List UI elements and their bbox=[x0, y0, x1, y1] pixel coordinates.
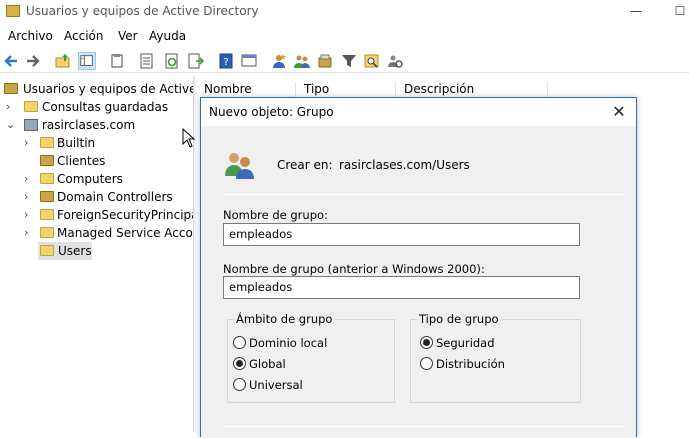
tree-item-label: Computers bbox=[57, 172, 123, 186]
column-header-descripcion[interactable]: Descripción bbox=[404, 82, 474, 96]
chevron-right-icon[interactable]: › bbox=[24, 134, 34, 152]
radio-button[interactable] bbox=[233, 336, 246, 349]
menu-ayuda[interactable]: Ayuda bbox=[149, 29, 186, 43]
refresh-icon[interactable] bbox=[163, 52, 181, 70]
clipboard-icon[interactable] bbox=[108, 52, 126, 70]
radio-button-selected[interactable] bbox=[233, 357, 246, 370]
export-icon[interactable] bbox=[187, 52, 205, 70]
pre2000-name-label: Nombre de grupo (anterior a Windows 2000… bbox=[223, 262, 485, 276]
group-name-input[interactable]: empleados bbox=[223, 223, 580, 246]
window-title: Usuarios y equipos de Active Directory bbox=[26, 4, 259, 18]
mouse-cursor-icon bbox=[182, 128, 196, 148]
folder-icon bbox=[40, 209, 54, 220]
group-name-label: Nombre de grupo: bbox=[223, 208, 328, 222]
column-header-nombre[interactable]: Nombre bbox=[204, 82, 252, 96]
new-user-icon[interactable] bbox=[270, 52, 288, 70]
help-icon[interactable]: ? bbox=[217, 52, 235, 70]
group-icon bbox=[225, 153, 254, 179]
pre2000-name-input[interactable]: empleados bbox=[223, 276, 580, 299]
create-in-value: rasirclases.com/Users bbox=[339, 158, 470, 172]
ad-users-computers-icon bbox=[6, 5, 20, 17]
tree-item-label: Clientes bbox=[57, 154, 106, 168]
tree-item-label: ForeignSecurityPrincipals bbox=[57, 208, 193, 222]
radio-button[interactable] bbox=[233, 378, 246, 391]
console-tree: Usuarios y equipos de Active Directory ›… bbox=[0, 76, 193, 432]
separator bbox=[223, 426, 625, 427]
minimize-button[interactable]: — bbox=[626, 2, 646, 20]
radio-label: Distribución bbox=[436, 357, 505, 371]
new-group-dialog: Nuevo objeto: Grupo ✕ Crear en: rasircla… bbox=[200, 97, 637, 438]
group-scope-title: Ámbito de grupo bbox=[234, 312, 335, 326]
new-group-icon[interactable] bbox=[293, 52, 311, 70]
chevron-right-icon[interactable]: › bbox=[6, 98, 16, 116]
tree-item-label: Domain Controllers bbox=[57, 190, 173, 204]
radio-button-selected[interactable] bbox=[420, 336, 433, 349]
radio-label: Seguridad bbox=[436, 336, 495, 350]
filter-icon[interactable] bbox=[340, 52, 358, 70]
tree-root-label: Usuarios y equipos de Active Directory bbox=[23, 82, 193, 96]
separator bbox=[223, 194, 625, 195]
radio-label: Dominio local bbox=[249, 336, 328, 350]
chevron-right-icon[interactable]: › bbox=[24, 224, 34, 242]
svg-text:?: ? bbox=[223, 57, 228, 68]
radio-label: Universal bbox=[249, 378, 303, 392]
dialog-body: Crear en: rasirclases.com/Users Nombre d… bbox=[201, 126, 636, 438]
console-tree-icon[interactable] bbox=[240, 52, 258, 70]
chevron-right-icon[interactable]: › bbox=[24, 206, 34, 224]
radio-label: Global bbox=[249, 357, 286, 371]
folder-icon bbox=[40, 137, 54, 148]
tree-item-label: Users bbox=[58, 244, 92, 258]
ou-folder-icon bbox=[40, 155, 54, 166]
new-ou-icon[interactable] bbox=[316, 52, 334, 70]
tree-item-label: rasirclases.com bbox=[42, 118, 136, 132]
radio-button[interactable] bbox=[420, 357, 433, 370]
back-icon[interactable] bbox=[2, 52, 20, 70]
tree-item-label: Consultas guardadas bbox=[42, 100, 169, 114]
window-titlebar: Usuarios y equipos de Active Directory —… bbox=[0, 0, 689, 24]
menu-bar: Archivo Acción Ver Ayuda bbox=[0, 26, 689, 48]
tree-item-label: Managed Service Accounts bbox=[57, 226, 193, 240]
folder-icon bbox=[40, 245, 54, 256]
close-button[interactable]: ✕ bbox=[608, 101, 630, 123]
menu-archivo[interactable]: Archivo bbox=[8, 29, 53, 43]
chevron-right-icon[interactable]: › bbox=[24, 188, 34, 206]
ad-root-icon bbox=[4, 83, 18, 94]
dialog-titlebar: Nuevo objeto: Grupo ✕ bbox=[201, 98, 636, 126]
chevron-down-icon[interactable]: ⌄ bbox=[6, 116, 16, 134]
column-header-tipo[interactable]: Tipo bbox=[304, 82, 329, 96]
toolbar: ? bbox=[0, 49, 689, 73]
create-in-label: Crear en: bbox=[277, 158, 333, 172]
tree-item-label: Builtin bbox=[57, 136, 96, 150]
chevron-right-icon[interactable]: › bbox=[24, 170, 34, 188]
menu-ver[interactable]: Ver bbox=[118, 29, 138, 43]
show-tree-icon[interactable] bbox=[78, 52, 96, 70]
folder-icon bbox=[40, 173, 54, 184]
domain-icon bbox=[24, 119, 38, 131]
maximize-button[interactable]: ☐ bbox=[670, 2, 689, 20]
forward-icon[interactable] bbox=[24, 52, 42, 70]
ou-folder-icon bbox=[40, 191, 54, 202]
add-to-group-icon[interactable] bbox=[386, 52, 404, 70]
dialog-title: Nuevo objeto: Grupo bbox=[209, 105, 334, 119]
properties-icon[interactable] bbox=[138, 52, 156, 70]
folder-icon bbox=[40, 227, 54, 238]
find-icon[interactable] bbox=[363, 52, 381, 70]
group-type-title: Tipo de grupo bbox=[417, 312, 501, 326]
group-type-box: Tipo de grupo Seguridad Distribución bbox=[410, 312, 581, 403]
menu-accion[interactable]: Acción bbox=[64, 29, 103, 43]
up-folder-icon[interactable] bbox=[54, 52, 72, 70]
group-scope-box: Ámbito de grupo Dominio local Global Uni… bbox=[227, 312, 395, 403]
tree-item-users[interactable]: Users bbox=[38, 242, 92, 260]
folder-icon bbox=[24, 101, 38, 112]
